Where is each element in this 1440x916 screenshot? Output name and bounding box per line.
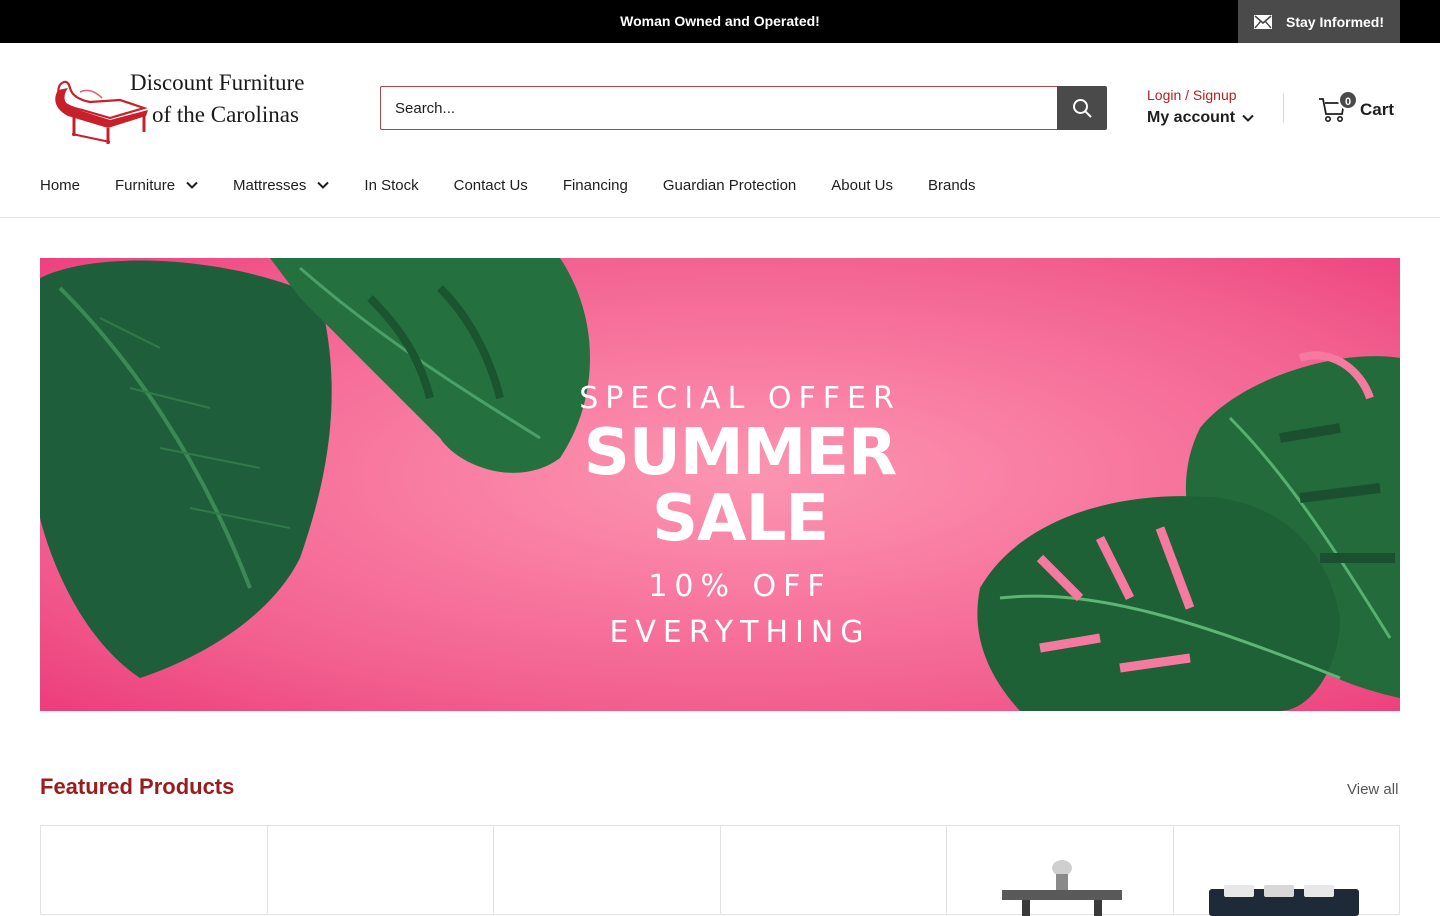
product-card[interactable] [268,826,494,914]
chevron-down-icon [186,181,198,189]
stay-informed-label: Stay Informed! [1286,13,1385,30]
login-signup-link[interactable]: Login / Signup [1147,85,1267,105]
logo-line2: of the Carolinas [152,102,299,127]
my-account-label: My account [1147,109,1236,126]
nav-item-home[interactable]: Home [40,177,80,194]
hero-banner[interactable]: SPECIAL OFFER SUMMER SALE 10% OFF EVERYT… [40,258,1400,711]
view-all-link[interactable]: View all [1347,781,1398,798]
hero-title-sale: SALE [651,482,829,556]
sectional-sofa-thumbnail [1208,885,1359,916]
product-card[interactable] [947,826,1174,916]
nav-item-label: Guardian Protection [662,176,797,194]
my-account-dropdown[interactable]: My account [1147,109,1267,127]
cart-count-badge: 0 [1338,90,1358,110]
nav-item-label: Furniture [115,176,176,194]
nav-item-about-us[interactable]: About Us [831,177,893,194]
nav-item-label: About Us [831,176,893,194]
main-navigation: Home Furniture Mattresses In Stock Conta… [40,173,1011,197]
nav-item-guardian-protection[interactable]: Guardian Protection [663,177,796,194]
featured-products-grid [40,825,1400,916]
nav-item-label: Brands [927,176,976,194]
hero-everything: EVERYTHING [609,615,871,650]
dining-set-thumbnail [1002,860,1122,916]
account-menu: Login / Signup My account [1147,85,1267,127]
logo-line1: Discount Furniture [130,70,305,95]
hero-discount: 10% OFF [648,569,832,604]
nav-item-label: In Stock [364,176,419,194]
chevron-down-icon [1242,114,1254,122]
nav-item-in-stock[interactable]: In Stock [364,177,418,194]
nav-item-financing[interactable]: Financing [563,177,628,194]
search-input[interactable] [380,86,1058,130]
hero-text: SPECIAL OFFER SUMMER SALE 10% OFF EVERYT… [480,378,1000,654]
nav-item-label: Home [40,176,81,194]
search-bar [380,86,1107,130]
product-card[interactable] [41,826,268,914]
stay-informed-button[interactable]: Stay Informed! [1238,0,1400,43]
product-card[interactable] [1174,826,1400,916]
hero-special-offer: SPECIAL OFFER [579,381,901,416]
cart-link[interactable]: 0 Cart [1318,90,1402,125]
nav-item-mattresses[interactable]: Mattresses [233,176,330,194]
nav-item-contact-us[interactable]: Contact Us [454,177,528,194]
announcement-bar: Woman Owned and Operated! Stay Informed! [0,0,1440,43]
nav-item-label: Contact Us [453,176,528,194]
announcement-text: Woman Owned and Operated! [620,13,820,29]
search-icon [1073,99,1092,118]
header-divider [1283,93,1284,123]
chevron-down-icon [317,181,330,189]
site-header: Discount Furniture of the Carolinas Logi… [0,43,1440,218]
featured-products-heading: Featured Products [40,774,235,799]
nav-item-furniture[interactable]: Furniture [115,177,198,194]
nav-item-label: Financing [562,176,628,194]
cart-label: Cart [1360,100,1395,119]
nav-item-label: Mattresses [233,176,307,194]
hero-title-summer: SUMMER [583,416,897,490]
product-card[interactable] [494,826,721,914]
site-logo[interactable]: Discount Furniture of the Carolinas [48,68,338,148]
product-card[interactable] [721,826,947,914]
mail-icon [1254,14,1272,29]
nav-item-brands[interactable]: Brands [928,177,976,194]
search-button[interactable] [1057,86,1107,130]
